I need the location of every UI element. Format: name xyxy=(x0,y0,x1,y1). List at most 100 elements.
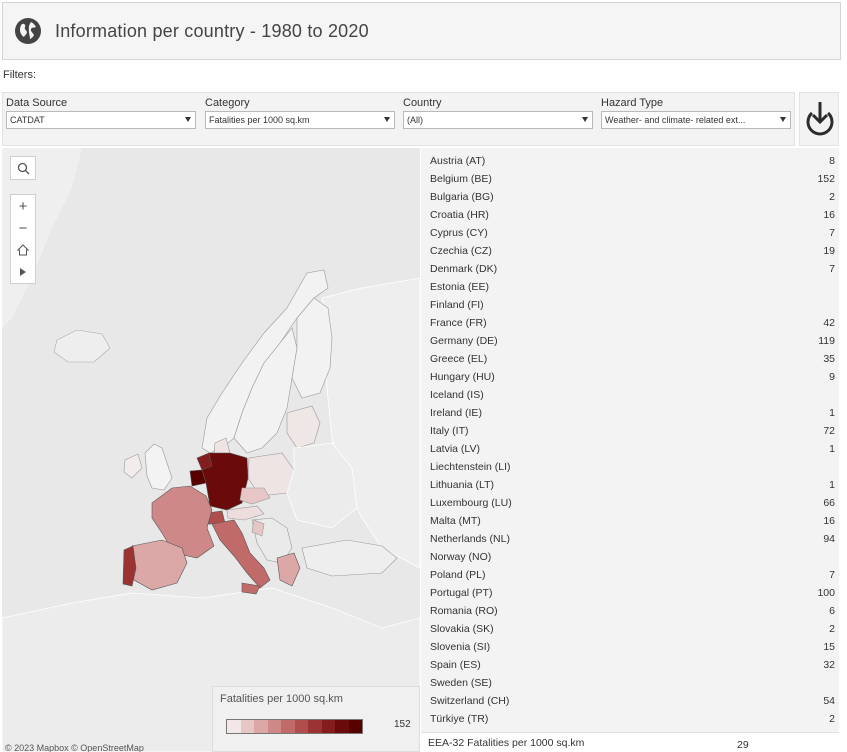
table-row[interactable]: Denmark (DK) 7 xyxy=(421,259,839,277)
country-name: Cyprus (CY) xyxy=(430,227,488,239)
legend-swatch xyxy=(240,720,254,733)
filter-bar: Data Source CATDAT Category Fatalities p… xyxy=(2,92,795,146)
play-icon[interactable] xyxy=(11,261,35,283)
country-name: Sweden (SE) xyxy=(430,677,492,689)
table-row[interactable]: Sweden (SE) xyxy=(421,673,839,691)
table-row[interactable]: Croatia (HR) 16 xyxy=(421,205,839,223)
country-name: Finland (FI) xyxy=(430,299,484,311)
country-value: 19 xyxy=(823,245,835,257)
footer-value: 29 xyxy=(737,739,749,751)
country-value: 72 xyxy=(823,425,835,437)
country-value: 6 xyxy=(829,605,835,617)
table-row[interactable]: Austria (AT) 8 xyxy=(421,151,839,169)
country-table: Austria (AT) 8 Belgium (BE) 152 Bulgaria (BG… xyxy=(421,148,839,732)
table-row[interactable]: France (FR) 42 xyxy=(421,313,839,331)
legend-swatch xyxy=(267,720,281,733)
table-row[interactable]: Slovakia (SK) 2 xyxy=(421,619,839,637)
country-value: 1 xyxy=(829,407,835,419)
country-name: France (FR) xyxy=(430,317,487,329)
map-search-button[interactable] xyxy=(10,156,36,180)
table-row[interactable]: Liechtenstein (LI) xyxy=(421,457,839,475)
filters-label: Filters: xyxy=(3,69,36,81)
table-row[interactable]: Latvia (LV) 1 xyxy=(421,439,839,457)
table-row[interactable]: Netherlands (NL) 94 xyxy=(421,529,839,547)
table-row[interactable]: Romania (RO) 6 xyxy=(421,601,839,619)
country-value: 1 xyxy=(829,443,835,455)
hazard-type-dropdown[interactable]: Weather- and climate- related ext... xyxy=(601,111,791,129)
dropdown-value: (All) xyxy=(407,115,423,125)
country-value: 7 xyxy=(829,569,835,581)
country-name: Belgium (BE) xyxy=(430,173,492,185)
table-row[interactable]: Switzerland (CH) 54 xyxy=(421,691,839,709)
table-row[interactable]: Greece (EL) 35 xyxy=(421,349,839,367)
country-name: Spain (ES) xyxy=(430,659,481,671)
download-button[interactable] xyxy=(799,92,839,146)
table-row[interactable]: Lithuania (LT) 1 xyxy=(421,475,839,493)
map-controls: + − xyxy=(10,194,36,284)
filter-category: Category Fatalities per 1000 sq.km xyxy=(205,95,395,129)
category-dropdown[interactable]: Fatalities per 1000 sq.km xyxy=(205,111,395,129)
country-name: Norway (NO) xyxy=(430,551,492,563)
country-name: Bulgaria (BG) xyxy=(430,191,494,203)
table-row[interactable]: Türkiye (TR) 2 xyxy=(421,709,839,727)
table-row[interactable]: Italy (IT) 72 xyxy=(421,421,839,439)
table-row[interactable]: Cyprus (CY) 7 xyxy=(421,223,839,241)
dropdown-value: Fatalities per 1000 sq.km xyxy=(209,115,310,125)
table-row[interactable]: Poland (PL) 7 xyxy=(421,565,839,583)
country-value: 15 xyxy=(823,641,835,653)
country-name: Portugal (PT) xyxy=(430,587,493,599)
table-row[interactable]: Bulgaria (BG) 2 xyxy=(421,187,839,205)
footer-label: EEA-32 Fatalities per 1000 sq.km xyxy=(428,737,585,749)
country-name: Austria (AT) xyxy=(430,155,486,167)
table-row[interactable]: Czechia (CZ) 19 xyxy=(421,241,839,259)
table-footer: EEA-32 Fatalities per 1000 sq.km 29 xyxy=(421,732,839,752)
table-row[interactable]: Iceland (IS) xyxy=(421,385,839,403)
chevron-down-icon xyxy=(780,117,786,122)
table-row[interactable]: Estonia (EE) xyxy=(421,277,839,295)
dropdown-value: CATDAT xyxy=(10,115,45,125)
zoom-out-icon[interactable]: − xyxy=(11,217,35,239)
country-name: Switzerland (CH) xyxy=(430,695,510,707)
table-row[interactable]: Spain (ES) 32 xyxy=(421,655,839,673)
table-row[interactable]: Slovenia (SI) 15 xyxy=(421,637,839,655)
table-row[interactable]: Norway (NO) xyxy=(421,547,839,565)
country-name: Netherlands (NL) xyxy=(430,533,510,545)
legend-swatch xyxy=(308,720,322,733)
country-value: 2 xyxy=(829,191,835,203)
country-name: Croatia (HR) xyxy=(430,209,489,221)
map-attribution[interactable]: © 2023 Mapbox © OpenStreetMap xyxy=(5,743,144,752)
table-row[interactable]: Luxembourg (LU) 66 xyxy=(421,493,839,511)
table-row[interactable]: Germany (DE) 119 xyxy=(421,331,839,349)
legend-swatch xyxy=(281,720,295,733)
legend-swatch xyxy=(348,720,362,733)
table-row[interactable]: Ireland (IE) 1 xyxy=(421,403,839,421)
country-value: 100 xyxy=(817,587,835,599)
legend-swatch xyxy=(294,720,308,733)
country-name: Greece (EL) xyxy=(430,353,488,365)
country-value: 54 xyxy=(823,695,835,707)
country-value: 152 xyxy=(817,173,835,185)
table-row[interactable]: Hungary (HU) 9 xyxy=(421,367,839,385)
country-dropdown[interactable]: (All) xyxy=(403,111,593,129)
country-name: Türkiye (TR) xyxy=(430,713,489,725)
country-name: Poland (PL) xyxy=(430,569,486,581)
country-value: 66 xyxy=(823,497,835,509)
table-row[interactable]: Belgium (BE) 152 xyxy=(421,169,839,187)
data-source-dropdown[interactable]: CATDAT xyxy=(6,111,196,129)
home-icon[interactable] xyxy=(11,239,35,261)
country-name: Liechtenstein (LI) xyxy=(430,461,511,473)
table-row[interactable]: Portugal (PT) 100 xyxy=(421,583,839,601)
table-row[interactable]: Malta (MT) 16 xyxy=(421,511,839,529)
country-value: 8 xyxy=(829,155,835,167)
country-name: Estonia (EE) xyxy=(430,281,489,293)
country-name: Germany (DE) xyxy=(430,335,498,347)
country-value: 9 xyxy=(829,371,835,383)
dashboard-header: Information per country - 1980 to 2020 xyxy=(2,2,841,60)
country-value: 7 xyxy=(829,227,835,239)
country-value: 94 xyxy=(823,533,835,545)
country-name: Hungary (HU) xyxy=(430,371,495,383)
choropleth-map[interactable]: + − Fatalities per 1000 sq.km 152 © 2023… xyxy=(2,148,420,752)
country-value: 1 xyxy=(829,479,835,491)
table-row[interactable]: Finland (FI) xyxy=(421,295,839,313)
zoom-in-icon[interactable]: + xyxy=(11,195,35,217)
